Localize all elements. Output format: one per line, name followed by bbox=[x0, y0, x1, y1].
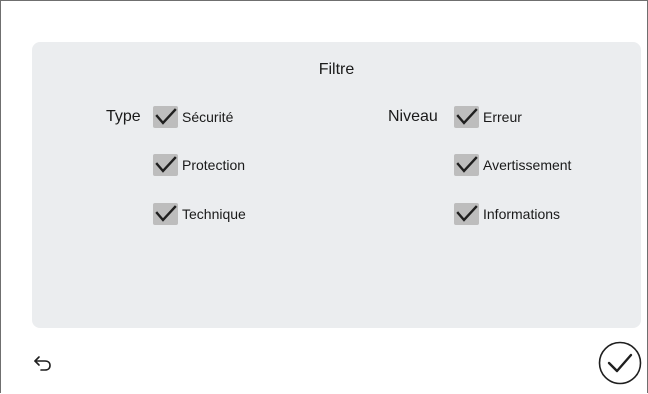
confirm-button[interactable] bbox=[598, 341, 642, 385]
check-icon bbox=[154, 205, 177, 222]
checkbox-box[interactable] bbox=[454, 203, 479, 225]
circle-check-icon bbox=[598, 341, 642, 385]
checkbox-protection[interactable]: Protection bbox=[153, 154, 245, 176]
panel-title: Filtre bbox=[318, 61, 355, 78]
checkbox-technique[interactable]: Technique bbox=[153, 203, 246, 225]
checkbox-box[interactable] bbox=[454, 106, 479, 128]
undo-arrow-icon bbox=[34, 356, 51, 371]
check-icon bbox=[154, 156, 177, 173]
checkbox-box[interactable] bbox=[153, 203, 178, 225]
checkbox-box[interactable] bbox=[153, 106, 178, 128]
filter-panel: Filtre Type Sécurité Protection Techniqu… bbox=[32, 42, 641, 328]
checkbox-securite[interactable]: Sécurité bbox=[153, 106, 233, 128]
type-group-label: Type bbox=[106, 108, 141, 125]
back-button[interactable] bbox=[31, 351, 55, 375]
check-icon bbox=[455, 205, 478, 222]
level-group-label: Niveau bbox=[388, 108, 438, 125]
check-icon bbox=[154, 108, 177, 125]
checkbox-label: Protection bbox=[182, 157, 246, 173]
check-icon bbox=[455, 108, 478, 125]
checkbox-label: Avertissement bbox=[483, 157, 572, 173]
checkbox-box[interactable] bbox=[153, 154, 178, 176]
check-icon bbox=[455, 156, 478, 173]
screen-frame: Filtre Type Sécurité Protection Techniqu… bbox=[0, 0, 648, 393]
checkbox-label: Erreur bbox=[483, 109, 522, 125]
checkbox-label: Informations bbox=[483, 206, 561, 222]
checkbox-box[interactable] bbox=[454, 154, 479, 176]
checkbox-erreur[interactable]: Erreur bbox=[454, 106, 522, 128]
checkbox-label: Sécurité bbox=[182, 109, 234, 125]
checkbox-label: Technique bbox=[182, 206, 246, 222]
checkbox-avertissement[interactable]: Avertissement bbox=[454, 154, 571, 176]
checkbox-informations[interactable]: Informations bbox=[454, 203, 560, 225]
